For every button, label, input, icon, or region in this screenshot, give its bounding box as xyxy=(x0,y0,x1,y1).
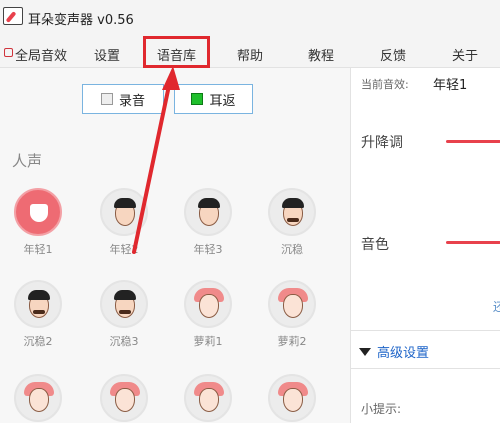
voice-panel: 录音 耳返 人声 年轻1 年轻2 年轻3 沉稳 沉稳2 沉稳3 萝莉1 萝莉2 xyxy=(0,68,350,423)
record-label: 录音 xyxy=(118,93,145,109)
voice-item[interactable] xyxy=(262,374,322,422)
voice-label: 沉稳 xyxy=(281,243,303,256)
tab-tutorial[interactable]: 教程 xyxy=(308,45,334,64)
mustache-face-icon xyxy=(268,188,316,236)
advanced-settings-toggle[interactable]: 高级设置 xyxy=(359,342,429,361)
title-bar: 耳朵变声器 v0.56 xyxy=(0,0,500,38)
divider xyxy=(351,368,500,369)
timbre-slider[interactable] xyxy=(446,241,500,244)
girl-face-icon xyxy=(184,280,232,328)
boy-face-icon xyxy=(184,188,232,236)
voice-label: 沉稳2 xyxy=(23,335,53,348)
voice-item[interactable]: 萝莉1 xyxy=(178,280,238,349)
voice-item[interactable]: 年轻3 xyxy=(178,188,238,257)
pitch-slider[interactable] xyxy=(446,140,500,143)
green-indicator-icon xyxy=(191,93,204,105)
boy-face-icon xyxy=(100,188,148,236)
divider xyxy=(351,330,500,331)
voice-item[interactable]: 沉稳2 xyxy=(8,280,68,349)
girl-face-icon xyxy=(14,374,62,422)
effect-settings-panel: 当前音效: 年轻1 升降调 音色 还 高级设置 小提示: xyxy=(350,68,500,423)
restore-link[interactable]: 还 xyxy=(493,298,500,315)
triangle-down-icon xyxy=(359,347,371,356)
mustache-face-icon xyxy=(100,280,148,328)
girl-face-icon xyxy=(268,374,316,422)
voice-label: 萝莉2 xyxy=(277,335,307,348)
voice-item[interactable] xyxy=(8,374,68,422)
timbre-label: 音色 xyxy=(361,237,389,253)
tip-label: 小提示: xyxy=(361,402,402,416)
voice-label: 年轻2 xyxy=(109,243,139,256)
girl-face-icon xyxy=(100,374,148,422)
checkbox-icon xyxy=(100,93,113,105)
voice-item[interactable]: 萝莉2 xyxy=(262,280,322,349)
record-button[interactable]: 录音 xyxy=(82,84,164,114)
voice-item[interactable]: 沉稳 xyxy=(262,188,322,257)
earback-label: 耳返 xyxy=(209,93,236,109)
voice-item[interactable]: 沉稳3 xyxy=(94,280,154,349)
check-icon xyxy=(14,188,62,236)
voice-label: 萝莉1 xyxy=(193,335,223,348)
menu-bar: 全局音效 设置 语音库 帮助 教程 反馈 关于 xyxy=(0,38,500,68)
tab-global-effects[interactable]: 全局音效 xyxy=(15,45,67,64)
current-effect-value: 年轻1 xyxy=(433,78,468,93)
app-brush-icon xyxy=(3,7,23,25)
pitch-label: 升降调 xyxy=(361,135,403,151)
voice-label: 年轻1 xyxy=(23,243,53,256)
girl-face-icon xyxy=(184,374,232,422)
voice-item[interactable]: 年轻1 xyxy=(8,188,68,257)
tab-feedback[interactable]: 反馈 xyxy=(380,45,406,64)
voice-item[interactable] xyxy=(94,374,154,422)
advanced-settings-label: 高级设置 xyxy=(377,346,430,361)
highlight-annotation xyxy=(143,36,210,68)
current-effect-label: 当前音效: xyxy=(361,78,409,91)
girl-face-icon xyxy=(268,280,316,328)
voice-item[interactable] xyxy=(178,374,238,422)
voice-label: 沉稳3 xyxy=(109,335,139,348)
voice-label: 年轻3 xyxy=(193,243,223,256)
earback-button[interactable]: 耳返 xyxy=(174,84,253,114)
tab-about[interactable]: 关于 xyxy=(452,45,478,64)
voice-item[interactable]: 年轻2 xyxy=(94,188,154,257)
window-title: 耳朵变声器 v0.56 xyxy=(28,13,134,28)
tab-settings[interactable]: 设置 xyxy=(94,45,120,64)
lock-icon xyxy=(4,48,13,57)
mustache-face-icon xyxy=(14,280,62,328)
tab-help[interactable]: 帮助 xyxy=(237,45,263,64)
section-title: 人声 xyxy=(12,152,43,170)
